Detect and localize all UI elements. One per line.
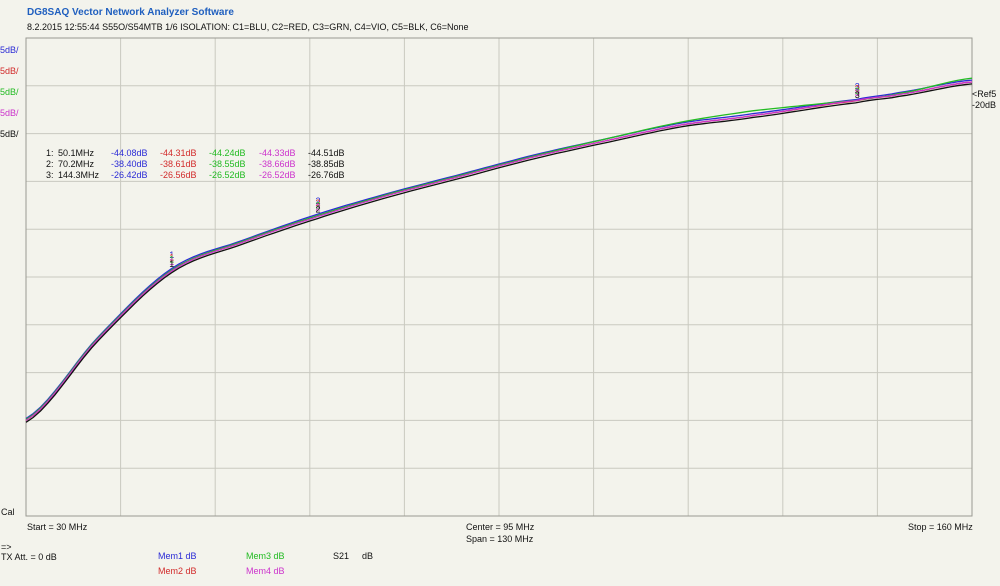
grid: [25, 37, 973, 517]
scale-label: 5dB/: [0, 87, 19, 97]
marker-row-value: -26.76dB: [308, 170, 345, 180]
mem4-label[interactable]: Mem4 dB: [246, 566, 285, 576]
marker-1-label: 1: [169, 259, 174, 269]
marker-row-id: 3:: [46, 170, 54, 180]
scale-label: 5dB/: [0, 66, 19, 76]
s21-unit: dB: [362, 551, 374, 561]
marker-row-value: -44.24dB: [209, 148, 246, 158]
marker-row-value: -44.31dB: [160, 148, 197, 158]
start-freq-label: Start = 30 MHz: [27, 522, 88, 532]
ref-value: -20dB: [972, 100, 997, 110]
marker-row-value: -38.55dB: [209, 159, 246, 169]
marker-row-value: -38.61dB: [160, 159, 197, 169]
cal-label: Cal: [1, 507, 15, 517]
marker-row-value: -26.42dB: [111, 170, 148, 180]
marker-row-freq: 144.3MHz: [58, 170, 100, 180]
scale-label: 5dB/: [0, 108, 19, 118]
marker-row-value: -38.40dB: [111, 159, 148, 169]
tx-attenuation: TX Att. = 0 dB: [1, 552, 57, 562]
scale-label: 5dB/: [0, 129, 19, 139]
marker-row-value: -44.51dB: [308, 148, 345, 158]
marker-row-value: -38.85dB: [308, 159, 345, 169]
mem3-label[interactable]: Mem3 dB: [246, 551, 285, 561]
marker-row-value: -26.52dB: [209, 170, 246, 180]
stop-freq-label: Stop = 160 MHz: [908, 522, 973, 532]
marker-row-id: 2:: [46, 159, 54, 169]
marker-row-freq: 70.2MHz: [58, 159, 95, 169]
marker-3-label: 3: [855, 90, 860, 100]
marker-row-value: -26.52dB: [259, 170, 296, 180]
marker-row-value: -44.08dB: [111, 148, 148, 158]
mem2-label[interactable]: Mem2 dB: [158, 566, 197, 576]
chart-plot[interactable]: 111112222233333: [0, 0, 1000, 586]
marker-row-freq: 50.1MHz: [58, 148, 95, 158]
marker-row-value: -26.56dB: [160, 170, 197, 180]
mem1-label[interactable]: Mem1 dB: [158, 551, 197, 561]
s21-label[interactable]: S21: [333, 551, 349, 561]
scale-label: 5dB/: [0, 45, 19, 55]
center-freq-label: Center = 95 MHz: [466, 522, 535, 532]
span-label: Span = 130 MHz: [466, 534, 534, 544]
marker-row-id: 1:: [46, 148, 54, 158]
arrow-indicator: =>: [1, 542, 12, 552]
ref-label: <Ref5: [972, 89, 997, 99]
marker-2-label: 2: [316, 205, 321, 215]
marker-row-value: -44.33dB: [259, 148, 296, 158]
marker-row-value: -38.66dB: [259, 159, 296, 169]
